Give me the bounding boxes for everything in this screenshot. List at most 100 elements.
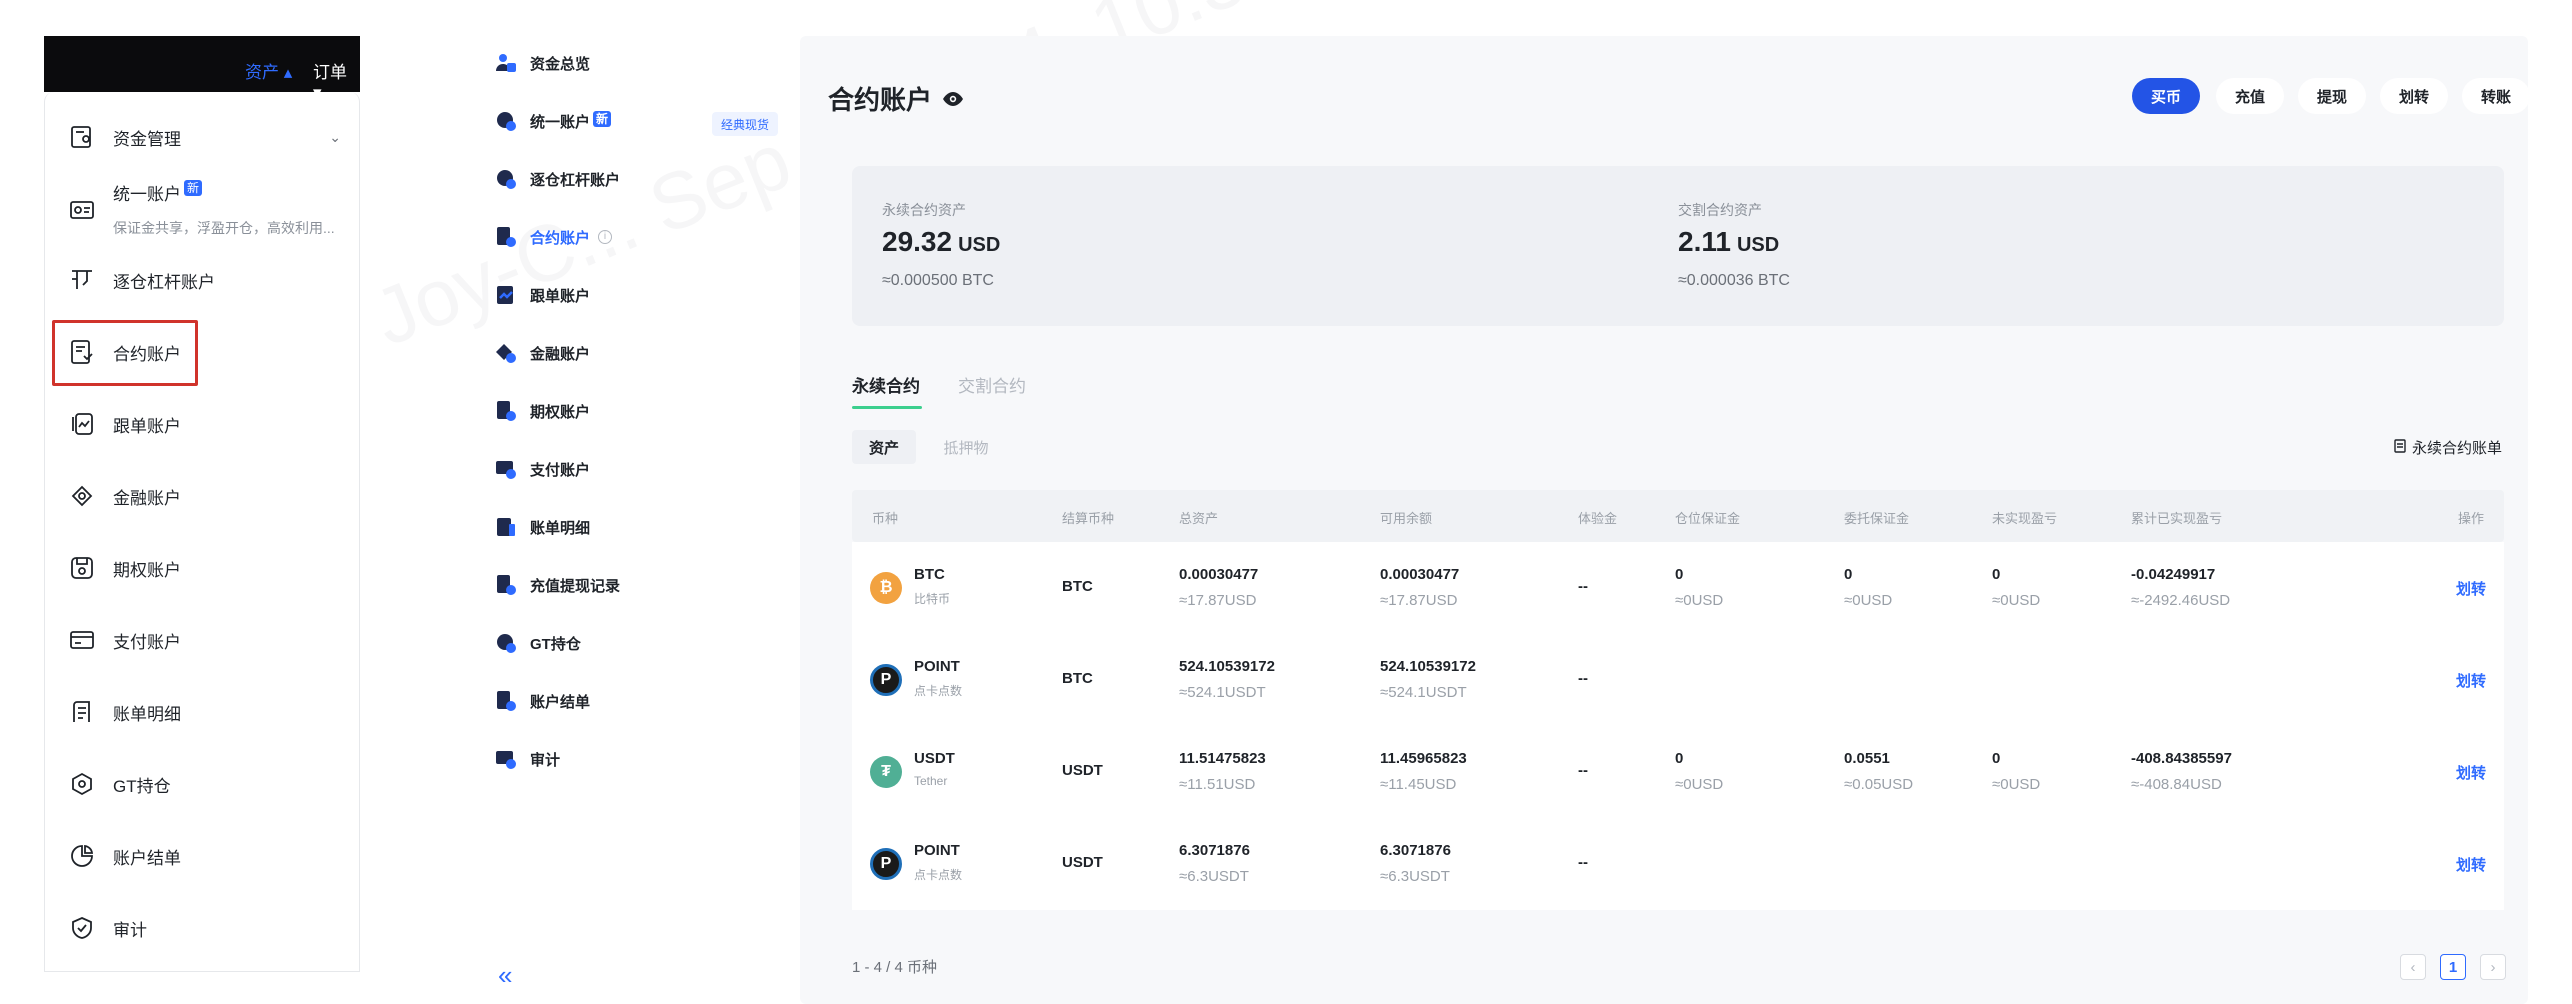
assets-dropdown-menu: 资金管理 ⌄ 统一账户新 保证金共享，浮盈开仓，高效利用... 逐仓杠杆账户 合… <box>44 92 360 972</box>
sidebar-item-payment[interactable]: 支付账户 <box>494 454 590 484</box>
position-margin: 0 <box>1675 566 1684 583</box>
transfer-button[interactable]: 划转 <box>2380 78 2448 114</box>
dropdown-item-account-statement[interactable]: 账户结单 <box>45 826 361 886</box>
sidebar-item-label: GT持仓 <box>530 635 581 653</box>
dropdown-item-payment-account[interactable]: 支付账户 <box>45 610 361 670</box>
sidebar-item-audit[interactable]: 审计 <box>494 744 560 774</box>
table-row: ₮ USDT Tether USDT 11.51475823 ≈11.51USD… <box>852 726 2504 818</box>
available-balance: 0.00030477 <box>1380 566 1460 583</box>
column-header: 操作 <box>2458 511 2485 526</box>
table-row: P POINT 点卡点数 USDT 6.3071876 ≈6.3USDT 6.3… <box>852 818 2504 910</box>
buy-crypto-button[interactable]: 买币 <box>2132 78 2200 114</box>
subtab-collateral[interactable]: 抵押物 <box>930 430 1002 464</box>
coin-symbol: USDT <box>914 750 955 767</box>
sidebar-item-bill-details[interactable]: 账单明细 <box>494 512 590 542</box>
total-assets: 6.3071876 <box>1179 842 1250 859</box>
sidebar-item-copy-trading[interactable]: 跟单账户 <box>494 280 590 310</box>
perpetual-bill-link[interactable]: 永续合约账单 <box>2394 437 2502 458</box>
unrealized-pnl-usd: ≈0USD <box>1992 592 2041 609</box>
copy-trading-icon <box>67 409 97 439</box>
total-assets: 0.00030477 <box>1179 566 1259 583</box>
subtab-assets[interactable]: 资产 <box>852 430 916 464</box>
copy-trading-icon <box>494 283 518 307</box>
sidebar-item-unified[interactable]: 统一账户新 <box>494 106 612 136</box>
finance-account-icon <box>67 481 97 511</box>
convert-button[interactable]: 转账 <box>2462 78 2530 114</box>
sidebar-item-label: 支付账户 <box>530 461 591 479</box>
transfer-link[interactable]: 划转 <box>2456 762 2486 783</box>
nav-assets-menu[interactable]: 资产 ▴ <box>245 58 292 83</box>
coin-symbol: BTC <box>914 566 945 583</box>
delivery-assets-btc: ≈0.000036 BTC <box>1678 272 1790 289</box>
unrealized-pnl: 0 <box>1992 566 2001 583</box>
chevron-down-icon[interactable]: ⌄ <box>329 129 341 146</box>
trial-fund: -- <box>1578 670 1588 687</box>
dropdown-item-unified-account[interactable]: 统一账户新 保证金共享，浮盈开仓，高效利用... <box>45 180 361 240</box>
order-margin-usd: ≈0.05USD <box>1844 776 1914 793</box>
position-margin-usd: ≈0USD <box>1675 592 1724 609</box>
sidebar-item-isolated-margin[interactable]: 逐仓杠杆账户 <box>494 164 620 194</box>
trial-fund: -- <box>1578 854 1588 871</box>
isolated-margin-icon <box>494 167 518 191</box>
column-header: 结算币种 <box>1062 511 1115 526</box>
dropdown-item-audit[interactable]: 审计 <box>45 898 361 958</box>
sidebar-item-deposit-withdraw[interactable]: 充值提现记录 <box>494 570 620 600</box>
prev-page-button[interactable]: ‹ <box>2400 954 2426 980</box>
bill-details-icon <box>67 697 97 727</box>
total-assets-usd: ≈524.1USDT <box>1179 684 1266 701</box>
dropdown-item-copy-trading[interactable]: 跟单账户 <box>45 394 361 454</box>
document-icon <box>2394 438 2406 457</box>
dropdown-item-label: 金融账户 <box>113 488 181 508</box>
classic-spot-tag[interactable]: 经典现货 <box>712 112 778 136</box>
transfer-link[interactable]: 划转 <box>2456 578 2486 599</box>
unified-account-icon <box>494 109 518 133</box>
total-assets: 11.51475823 <box>1179 750 1266 767</box>
dropdown-item-fund-management[interactable]: 资金管理 ⌄ <box>45 107 361 167</box>
dropdown-item-description: 保证金共享，浮盈开仓，高效利用... <box>113 220 335 236</box>
withdraw-button[interactable]: 提现 <box>2298 78 2366 114</box>
sidebar-item-label: 账单明细 <box>530 519 591 537</box>
sidebar-item-futures[interactable]: 合约账户 i <box>494 222 613 252</box>
next-page-button[interactable]: › <box>2480 954 2506 980</box>
gt-holdings-icon <box>67 769 97 799</box>
sidebar-item-options[interactable]: 期权账户 <box>494 396 590 426</box>
sidebar-item-label: 资金总览 <box>530 55 591 73</box>
settlement-coin: BTC <box>1062 670 1093 687</box>
page-number-button[interactable]: 1 <box>2440 954 2466 980</box>
fund-overview-icon <box>494 51 518 75</box>
sidebar-item-overview[interactable]: 资金总览 <box>494 48 590 78</box>
transfer-link[interactable]: 划转 <box>2456 854 2486 875</box>
sidebar-item-finance[interactable]: 金融账户 <box>494 338 590 368</box>
dropdown-item-bill-details[interactable]: 账单明细 <box>45 682 361 742</box>
available-balance-usd: ≈6.3USDT <box>1380 868 1450 885</box>
unrealized-pnl-usd: ≈0USD <box>1992 776 2041 793</box>
delivery-assets-label: 交割合约资产 <box>1678 202 1762 218</box>
eye-icon[interactable] <box>942 83 964 114</box>
position-margin: 0 <box>1675 750 1684 767</box>
tab-perpetual[interactable]: 永续合约 <box>852 372 920 397</box>
dropdown-item-finance-account[interactable]: 金融账户 <box>45 466 361 526</box>
dropdown-item-isolated-margin[interactable]: 逐仓杠杆账户 <box>45 250 361 310</box>
sidebar-item-label: 统一账户新 <box>530 110 612 132</box>
tab-delivery[interactable]: 交割合约 <box>958 372 1026 397</box>
sidebar-item-statement[interactable]: 账户结单 <box>494 686 590 716</box>
column-header: 总资产 <box>1179 511 1219 526</box>
column-header: 币种 <box>872 511 899 526</box>
column-header: 仓位保证金 <box>1675 511 1741 526</box>
sidebar-item-gt-holdings[interactable]: GT持仓 <box>494 628 581 658</box>
trial-fund: -- <box>1578 578 1588 595</box>
trial-fund: -- <box>1578 762 1588 779</box>
dropdown-item-gt-holdings[interactable]: GT持仓 <box>45 754 361 814</box>
deposit-button[interactable]: 充值 <box>2216 78 2284 114</box>
point-coin-icon: P <box>870 848 902 880</box>
info-icon[interactable]: i <box>598 230 613 244</box>
collapse-sidebar-icon[interactable]: « <box>498 960 512 991</box>
dropdown-item-label: 账户结单 <box>113 848 181 868</box>
dropdown-item-options-account[interactable]: 期权账户 <box>45 538 361 598</box>
transfer-link[interactable]: 划转 <box>2456 670 2486 691</box>
futures-account-icon <box>494 225 518 249</box>
coin-name: 点卡点数 <box>914 868 963 882</box>
highlight-box <box>52 320 198 386</box>
realized-pnl-usd: ≈-2492.46USD <box>2131 592 2231 609</box>
dropdown-item-label: 账单明细 <box>113 704 181 724</box>
